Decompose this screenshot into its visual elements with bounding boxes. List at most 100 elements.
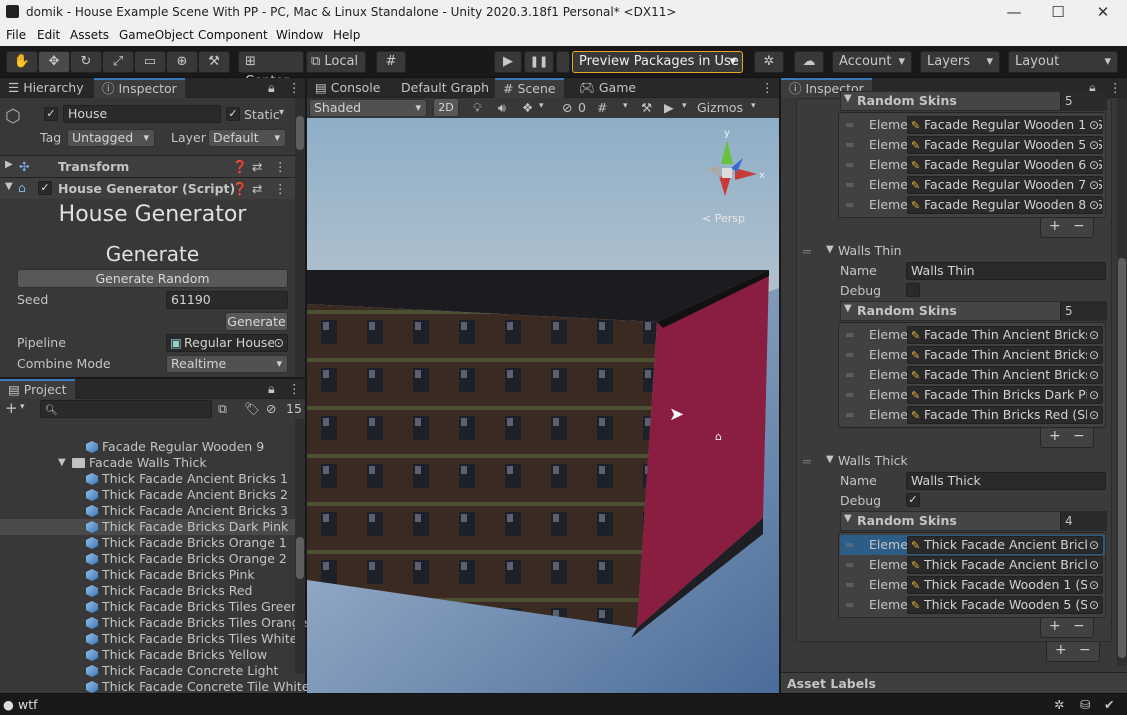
walls-thin-skin-element[interactable]: ═ Elemen ✎ Facade Thin Ancient Bricks ⊙ [840,345,1105,365]
project-asset-item[interactable]: Thick Facade Bricks Pink [0,567,295,583]
maximize-button[interactable]: ☐ [1038,2,1078,22]
lighting-icon[interactable]: 💡︎ [473,100,482,116]
transform-tool-icon[interactable]: ⊕ [166,51,198,73]
tab-game[interactable]: 🎮︎ Game [571,78,644,98]
project-scrollbar[interactable] [295,419,305,674]
walls-thick-skin-element[interactable]: ═ Elemen ✎ Thick Facade Ancient Bricks ⊙ [840,535,1105,555]
project-asset-item[interactable]: Thick Facade Ancient Bricks 3 [0,503,295,519]
layer-dropdown[interactable]: Default [208,129,286,147]
active-checkbox[interactable]: ✓ [44,107,58,121]
left-inspector-scrollbar[interactable] [295,98,305,377]
house-gizmo-icon[interactable]: ⌂ [715,430,722,443]
project-asset-item[interactable]: Thick Facade Bricks Orange 2 [0,551,295,567]
remove-group-button[interactable]: − [1079,642,1091,658]
hidden-objects-icon[interactable]: ⊘ [562,100,572,115]
walls-thick-group-title[interactable]: Walls Thick [838,453,908,468]
services-gear-icon[interactable]: ✲ [754,51,784,73]
drag-handle-icon[interactable]: ═ [846,538,853,552]
drag-handle-icon[interactable]: ═ [846,368,853,382]
menu-component[interactable]: Component [198,28,268,42]
project-asset-item[interactable]: Thick Facade Concrete Light [0,663,295,679]
cache-server-icon[interactable]: ⛁ [1080,697,1090,712]
skin-object-field[interactable]: ✎ Facade Thin Bricks Dark Pin ⊙ [907,386,1103,404]
skin-object-field[interactable]: ✎ Facade Regular Wooden 8 (S ⊙ [907,196,1103,214]
project-asset-item[interactable]: Thick Facade Bricks Dark Pink [0,519,295,535]
dropdown-arrow-icon[interactable]: ▾ [623,101,628,111]
more-menu-icon[interactable]: ⋮ [761,80,774,95]
pipeline-object-field[interactable]: ▣ Regular House (⊙ [166,334,288,352]
object-picker-icon[interactable]: ⊙ [1086,577,1099,593]
object-picker-icon[interactable]: ⊙ [1086,367,1099,383]
walls-thick-skins-count-input[interactable]: 4 [1060,512,1106,530]
group1-skin-element[interactable]: ═ Elemen ✎ Facade Regular Wooden 8 (S ⊙ [840,195,1105,215]
hand-tool-icon[interactable]: ✋ [6,51,38,73]
layers-dropdown[interactable]: Layers ▾ [920,51,1000,73]
custom-tool-icon[interactable]: ⚒ [198,51,230,73]
skin-object-field[interactable]: ✎ Facade Regular Wooden 1 (S ⊙ [907,116,1103,134]
add-group-button[interactable]: + [1055,642,1067,658]
drag-handle-icon[interactable]: ═ [846,158,853,172]
static-checkbox[interactable]: ✓ [226,107,240,121]
object-picker-icon[interactable]: ⊙ [1086,347,1099,363]
debug-bug-icon[interactable]: ✲ [1054,697,1064,712]
hidden-packages-icon[interactable]: ⊘ [266,401,276,416]
object-picker-icon[interactable]: ⊙ [1086,537,1099,553]
group1-skin-element[interactable]: ═ Elemen ✎ Facade Regular Wooden 1 (S ⊙ [840,115,1105,135]
project-asset-item[interactable]: Thick Facade Bricks Red [0,583,295,599]
remove-element-button[interactable]: − [1073,218,1085,234]
tab-inspector[interactable]: ⓘ Inspector [94,78,185,98]
gizmos-dropdown-icon[interactable]: ▾ [751,101,756,111]
walls-thin-skin-element[interactable]: ═ Elemen ✎ Facade Thin Bricks Red (Ski ⊙ [840,405,1105,425]
auto-generate-lighting-icon[interactable]: ✔ [1104,697,1114,712]
walls-thin-name-input[interactable]: Walls Thin [906,262,1106,280]
object-picker-icon[interactable]: ⊙ [1086,157,1099,173]
generate-button[interactable]: Generate [225,312,288,331]
menu-help[interactable]: Help [333,28,360,42]
walls-thick-skin-element[interactable]: ═ Elemen ✎ Thick Facade Wooden 1 (Sk ⊙ [840,575,1105,595]
skin-object-field[interactable]: ✎ Facade Thin Bricks Red (Ski ⊙ [907,406,1103,424]
pivot-center-button[interactable]: ⊞ Center [238,51,304,89]
drag-handle-icon[interactable]: ═ [846,348,853,362]
walls-thick-random-skins-foldout[interactable]: ▼ Random Skins 4 [840,511,1107,531]
drag-handle-icon[interactable]: ═ [846,118,853,132]
component-menu-icon[interactable]: ⋮ [274,181,287,196]
drag-handle-icon[interactable]: ═ [846,328,853,342]
step-button[interactable] [556,51,570,73]
object-picker-icon[interactable]: ⊙ [1086,387,1099,403]
project-asset-item[interactable]: Thick Facade Ancient Bricks 1 [0,471,295,487]
effects-icon[interactable]: ❖ [522,100,533,115]
walls-thin-debug-checkbox[interactable] [906,283,920,297]
drag-handle-icon[interactable]: ═ [846,198,853,212]
skin-object-field[interactable]: ✎ Thick Facade Wooden 1 (Sk ⊙ [907,576,1103,594]
generate-random-button[interactable]: Generate Random [17,269,288,288]
tools-icon[interactable]: ⚒ [641,100,652,115]
help-icon[interactable]: ❓ [232,159,248,175]
lock-icon[interactable]: 🔒︎ [268,80,275,96]
object-picker-icon[interactable]: ⊙ [1086,117,1099,133]
object-picker-icon[interactable]: ⊙ [1086,407,1099,423]
lock-icon[interactable]: 🔒︎ [268,381,275,397]
walls-thin-random-skins-foldout[interactable]: ▼ Random Skins 5 [840,301,1107,321]
scene-viewport[interactable]: y x < Persp ⌂ ➤ [307,118,779,693]
object-picker-icon[interactable]: ⊙ [1086,597,1099,613]
more-menu-icon[interactable]: ⋮ [288,381,301,396]
rect-tool-icon[interactable]: ▭ [134,51,166,73]
project-search-input[interactable]: 🔍︎ [40,400,212,418]
skin-object-field[interactable]: ✎ Thick Facade Wooden 5 (Sk ⊙ [907,596,1103,614]
group1-skin-element[interactable]: ═ Elemen ✎ Facade Regular Wooden 5 (S ⊙ [840,135,1105,155]
combine-mode-dropdown[interactable]: Realtime [166,355,288,373]
status-message[interactable]: wtf [18,697,38,712]
component-menu-icon[interactable]: ⋮ [274,159,287,174]
walls-thin-skin-element[interactable]: ═ Elemen ✎ Facade Thin Ancient Bricks ⊙ [840,365,1105,385]
object-picker-icon[interactable]: ⊙ [273,335,284,351]
group1-skin-element[interactable]: ═ Elemen ✎ Facade Regular Wooden 7 (S ⊙ [840,175,1105,195]
foldout-arrow-icon[interactable]: ▼ [826,244,834,255]
walls-thick-skin-element[interactable]: ═ Elemen ✎ Thick Facade Ancient Bricks ⊙ [840,555,1105,575]
skin-object-field[interactable]: ✎ Thick Facade Ancient Bricks ⊙ [907,536,1103,554]
scrollbar-thumb[interactable] [1118,258,1126,658]
foldout-arrow-icon[interactable]: ▼ [58,455,66,471]
tab-project[interactable]: ▤ Project [0,379,75,399]
drag-handle-icon[interactable]: ═ [846,558,853,572]
layout-dropdown[interactable]: Layout ▾ [1008,51,1118,73]
drag-handle-icon[interactable]: ═ [803,454,811,469]
